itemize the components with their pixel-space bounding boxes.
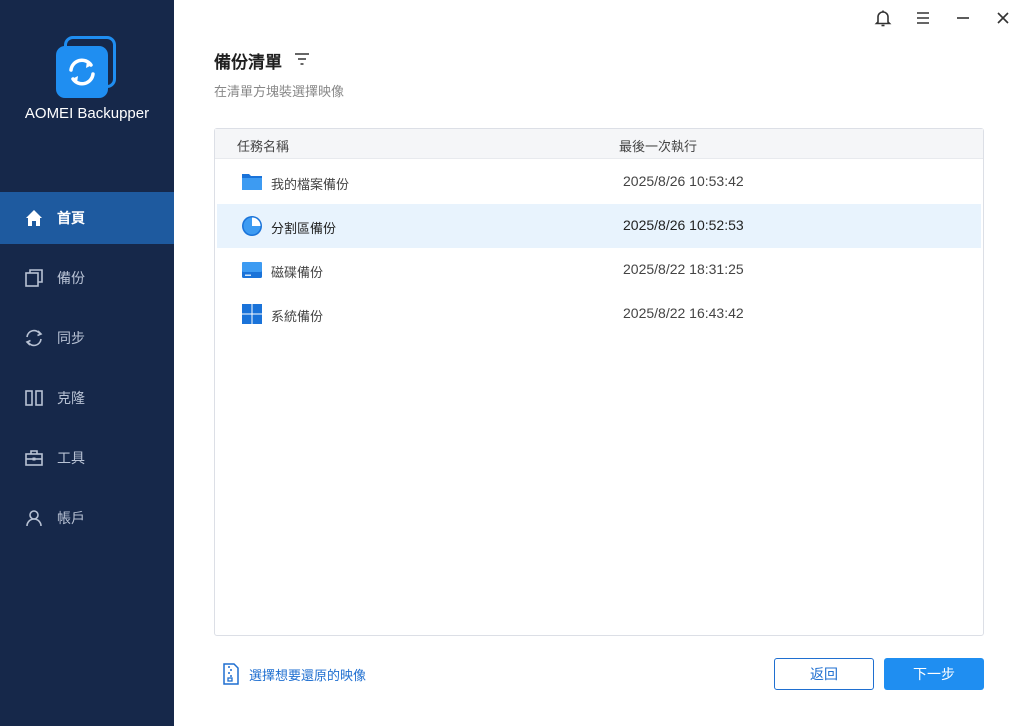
menu-icon[interactable] [913,8,933,28]
sidebar-item-backup[interactable]: 備份 [0,252,174,304]
backup-list: 任務名稱 最後一次執行 我的檔案備份 2025/8/26 10:53:42 分割… [214,128,984,636]
column-header-last-run[interactable]: 最後一次執行 [619,136,697,155]
row-last-run: 2025/8/26 10:52:53 [623,217,744,233]
sidebar-item-tools[interactable]: 工具 [0,432,174,484]
row-task-name: 磁碟備份 [271,266,324,281]
restore-link-text[interactable]: 選擇想要還原的映像 [249,665,366,684]
app-logo-icon [56,36,118,98]
page-title: 備份清單 [214,53,282,73]
sidebar-item-label: 克隆 [57,391,85,407]
bell-icon[interactable] [873,8,893,28]
user-icon [26,510,42,527]
sidebar-item-sync[interactable]: 同步 [0,312,174,364]
sidebar: AOMEI Backupper 首頁 備份 同步 克隆 工具 帳戶 [0,0,174,726]
sync-icon [25,329,43,347]
app-name: AOMEI Backupper [24,105,150,122]
select-image-to-restore-link[interactable]: 選擇想要還原的映像 [222,662,366,686]
sidebar-item-home[interactable]: 首頁 [0,192,174,244]
windows-icon [242,304,262,324]
backup-icon [25,269,43,287]
list-header: 任務名稱 最後一次執行 [215,129,983,159]
sidebar-item-label: 備份 [57,271,85,287]
row-task-name: 系統備份 [271,310,324,325]
folder-icon [242,174,262,190]
table-row[interactable]: 我的檔案備份 2025/8/26 10:53:42 [217,160,981,204]
sidebar-item-clone[interactable]: 克隆 [0,372,174,424]
sidebar-item-label: 同步 [57,331,85,347]
minimize-icon[interactable] [953,8,973,28]
table-row[interactable]: 分割區備份 2025/8/26 10:52:53 [217,204,981,248]
home-icon [26,210,42,226]
row-task-name: 分割區備份 [271,222,337,237]
toolbox-icon [25,450,43,466]
row-last-run: 2025/8/22 16:43:42 [623,305,744,321]
sidebar-item-account[interactable]: 帳戶 [0,492,174,544]
table-row[interactable]: 磁碟備份 2025/8/22 18:31:25 [217,248,981,292]
sidebar-item-label: 工具 [57,451,85,467]
filter-icon[interactable] [294,52,310,66]
sidebar-item-label: 首頁 [57,211,85,227]
page-subtitle: 在清單方塊裝選擇映像 [214,85,345,100]
next-button[interactable]: 下一步 [884,658,984,690]
clone-icon [25,390,43,406]
row-last-run: 2025/8/22 18:31:25 [623,261,744,277]
disk-icon [242,262,262,278]
column-header-task-name[interactable]: 任務名稱 [237,136,289,155]
close-icon[interactable] [993,8,1013,28]
table-row[interactable]: 系統備份 2025/8/22 16:43:42 [217,292,981,336]
partition-icon [242,216,262,236]
row-last-run: 2025/8/26 10:53:42 [623,173,744,189]
row-task-name: 我的檔案備份 [271,178,350,193]
sidebar-item-label: 帳戶 [57,511,85,527]
image-file-icon [223,663,239,685]
back-button[interactable]: 返回 [774,658,874,690]
